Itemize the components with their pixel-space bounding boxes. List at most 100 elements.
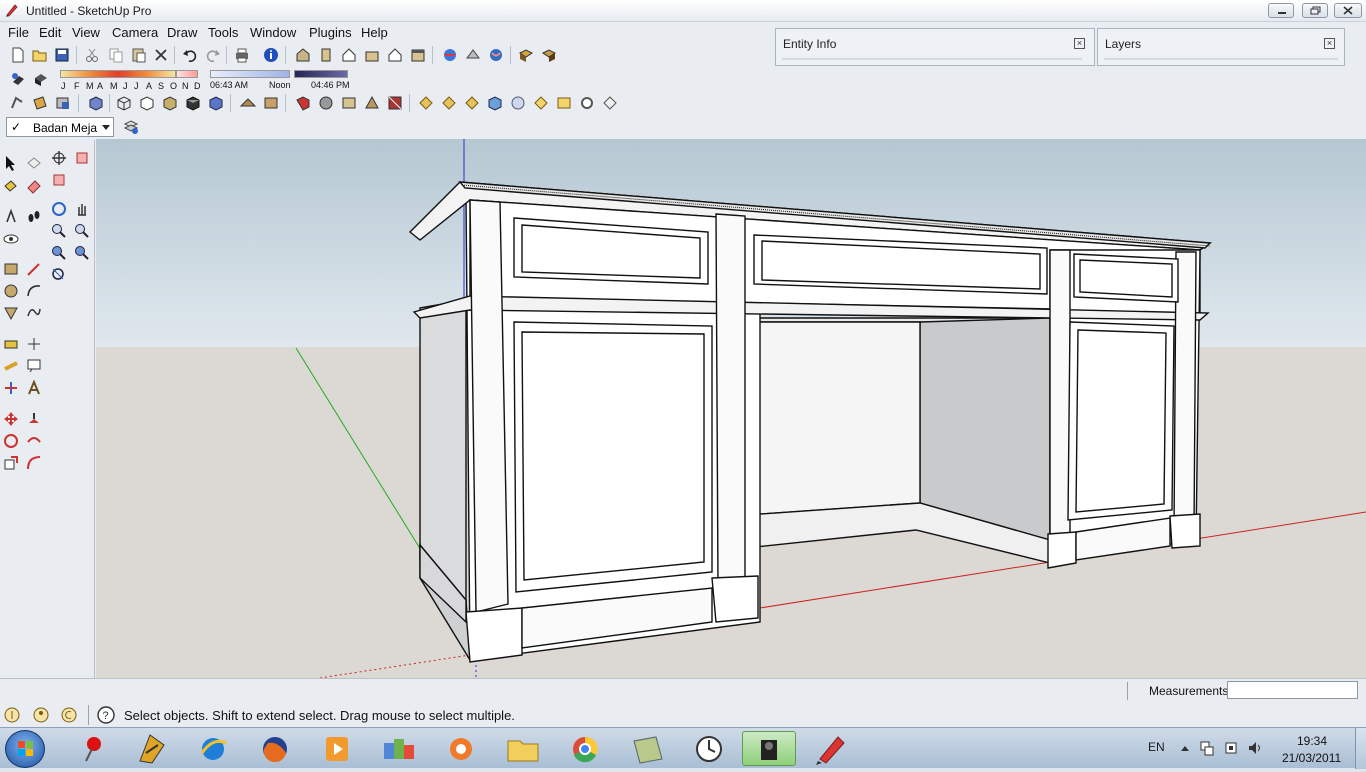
layer-manager-icon[interactable] bbox=[122, 118, 140, 136]
axis-tool-icon[interactable] bbox=[2, 379, 20, 397]
menu-help[interactable]: Help bbox=[361, 25, 388, 40]
time-slider-evening[interactable] bbox=[294, 70, 348, 78]
hidden-line-icon[interactable] bbox=[138, 94, 156, 112]
show-desktop-button[interactable] bbox=[1355, 728, 1366, 769]
shaded-textures-icon[interactable] bbox=[184, 94, 202, 112]
taskbar-media-camera[interactable] bbox=[742, 731, 796, 766]
move-icon[interactable] bbox=[2, 410, 20, 428]
circle-icon[interactable] bbox=[2, 282, 20, 300]
3d-text-icon[interactable] bbox=[25, 379, 43, 397]
rectangle-icon[interactable] bbox=[2, 260, 20, 278]
measurements-input[interactable] bbox=[1227, 681, 1358, 699]
taskbar-internet-explorer[interactable] bbox=[186, 731, 240, 766]
right-view-icon[interactable] bbox=[363, 46, 381, 64]
taskbar-green-app[interactable] bbox=[620, 731, 674, 766]
layer-selector[interactable]: ✓ Badan Meja bbox=[6, 117, 114, 137]
cube-blue-icon[interactable] bbox=[486, 94, 504, 112]
tag-icon[interactable] bbox=[601, 94, 619, 112]
drawing-viewport[interactable] bbox=[96, 139, 1366, 678]
layers-panel[interactable]: Layers × bbox=[1097, 28, 1345, 66]
print-icon[interactable] bbox=[233, 46, 251, 64]
pan-hand-icon[interactable] bbox=[73, 200, 91, 218]
front-view-icon[interactable] bbox=[340, 46, 358, 64]
push-pull-tool-icon[interactable] bbox=[25, 410, 43, 428]
iso-view-icon[interactable] bbox=[294, 46, 312, 64]
rotate-icon[interactable] bbox=[2, 432, 20, 450]
get-models-icon[interactable] bbox=[441, 46, 459, 64]
menu-draw[interactable]: Draw bbox=[167, 25, 197, 40]
walk-icon[interactable] bbox=[8, 94, 26, 112]
follow-me-icon[interactable] bbox=[25, 432, 43, 450]
tape-icon[interactable] bbox=[2, 335, 20, 353]
text-label-icon[interactable] bbox=[25, 357, 43, 375]
tape-measure-icon[interactable] bbox=[2, 208, 20, 226]
language-indicator[interactable]: EN bbox=[1148, 740, 1165, 754]
display-shadows-icon[interactable] bbox=[32, 70, 50, 88]
desk-model-canvas[interactable] bbox=[96, 139, 1366, 678]
save-icon[interactable] bbox=[53, 46, 71, 64]
photo-match-icon[interactable] bbox=[417, 94, 435, 112]
left-view-icon[interactable] bbox=[409, 46, 427, 64]
rotate-component-icon[interactable] bbox=[50, 171, 68, 189]
line-pencil-icon[interactable] bbox=[25, 260, 43, 278]
sandbox-icon[interactable] bbox=[440, 94, 458, 112]
yellow-box-icon[interactable] bbox=[555, 94, 573, 112]
menu-tools[interactable]: Tools bbox=[208, 25, 238, 40]
shadow-settings-icon[interactable] bbox=[9, 70, 27, 88]
add-detail-icon[interactable] bbox=[363, 94, 381, 112]
minimize-button[interactable] bbox=[1268, 3, 1294, 18]
taskbar-chrome[interactable] bbox=[558, 731, 612, 766]
erase-icon[interactable] bbox=[152, 46, 170, 64]
taskbar-orb-app[interactable] bbox=[434, 731, 488, 766]
taskbar-firefox[interactable] bbox=[248, 731, 302, 766]
flip-edge-icon[interactable] bbox=[386, 94, 404, 112]
redo-icon[interactable] bbox=[204, 46, 222, 64]
network-icon[interactable] bbox=[1198, 739, 1216, 757]
freehand-icon[interactable] bbox=[25, 304, 43, 322]
smoove-icon[interactable] bbox=[294, 94, 312, 112]
geolocation-icon[interactable] bbox=[3, 706, 21, 724]
clock-date[interactable]: 21/03/2011 bbox=[1282, 751, 1341, 765]
copyright-icon[interactable] bbox=[60, 706, 78, 724]
orbit-icon[interactable] bbox=[50, 200, 68, 218]
credits-icon[interactable] bbox=[32, 706, 50, 724]
cut-icon[interactable] bbox=[83, 46, 101, 64]
offset-icon[interactable] bbox=[25, 454, 43, 472]
paste-icon[interactable] bbox=[130, 46, 148, 64]
zoom-icon[interactable] bbox=[50, 222, 68, 240]
section-display-icon[interactable] bbox=[54, 94, 72, 112]
circle-tool-icon[interactable] bbox=[509, 94, 527, 112]
protractor-icon[interactable] bbox=[2, 357, 20, 375]
dynamic-component-icon[interactable] bbox=[540, 46, 558, 64]
orbit-move-icon[interactable] bbox=[50, 149, 68, 167]
monochrome-icon[interactable] bbox=[207, 94, 225, 112]
time-slider-morning[interactable] bbox=[210, 70, 290, 78]
paint-bucket-icon[interactable] bbox=[2, 177, 20, 195]
sandbox-scratch-icon[interactable] bbox=[262, 94, 280, 112]
entity-info-close-icon[interactable]: × bbox=[1074, 38, 1085, 49]
make-component-icon[interactable] bbox=[25, 154, 43, 172]
footprints-icon[interactable] bbox=[25, 208, 43, 226]
taskbar-sketchup[interactable] bbox=[804, 731, 858, 766]
copy-icon[interactable] bbox=[107, 46, 125, 64]
taskbar-clock-app[interactable] bbox=[682, 731, 736, 766]
new-file-icon[interactable] bbox=[9, 46, 27, 64]
start-button[interactable] bbox=[5, 730, 45, 768]
model-info-icon[interactable] bbox=[262, 46, 280, 64]
taskbar-explorer[interactable] bbox=[496, 731, 550, 766]
axes-icon[interactable] bbox=[25, 335, 43, 353]
menu-plugins[interactable]: Plugins bbox=[309, 25, 352, 40]
help-icon[interactable]: ? bbox=[97, 706, 115, 724]
menu-edit[interactable]: Edit bbox=[39, 25, 61, 40]
zoom-fit-icon[interactable] bbox=[50, 266, 68, 284]
power-icon[interactable] bbox=[1222, 739, 1240, 757]
select-arrow-icon[interactable] bbox=[2, 154, 20, 172]
volume-icon[interactable] bbox=[1246, 739, 1264, 757]
back-view-icon[interactable] bbox=[386, 46, 404, 64]
share-model-icon[interactable] bbox=[464, 46, 482, 64]
show-hidden-icons-icon[interactable] bbox=[1176, 740, 1194, 758]
taskbar-pictures[interactable] bbox=[372, 731, 426, 766]
open-folder-icon[interactable] bbox=[31, 46, 49, 64]
taskbar-winamp[interactable] bbox=[124, 731, 178, 766]
undo-icon[interactable] bbox=[181, 46, 199, 64]
